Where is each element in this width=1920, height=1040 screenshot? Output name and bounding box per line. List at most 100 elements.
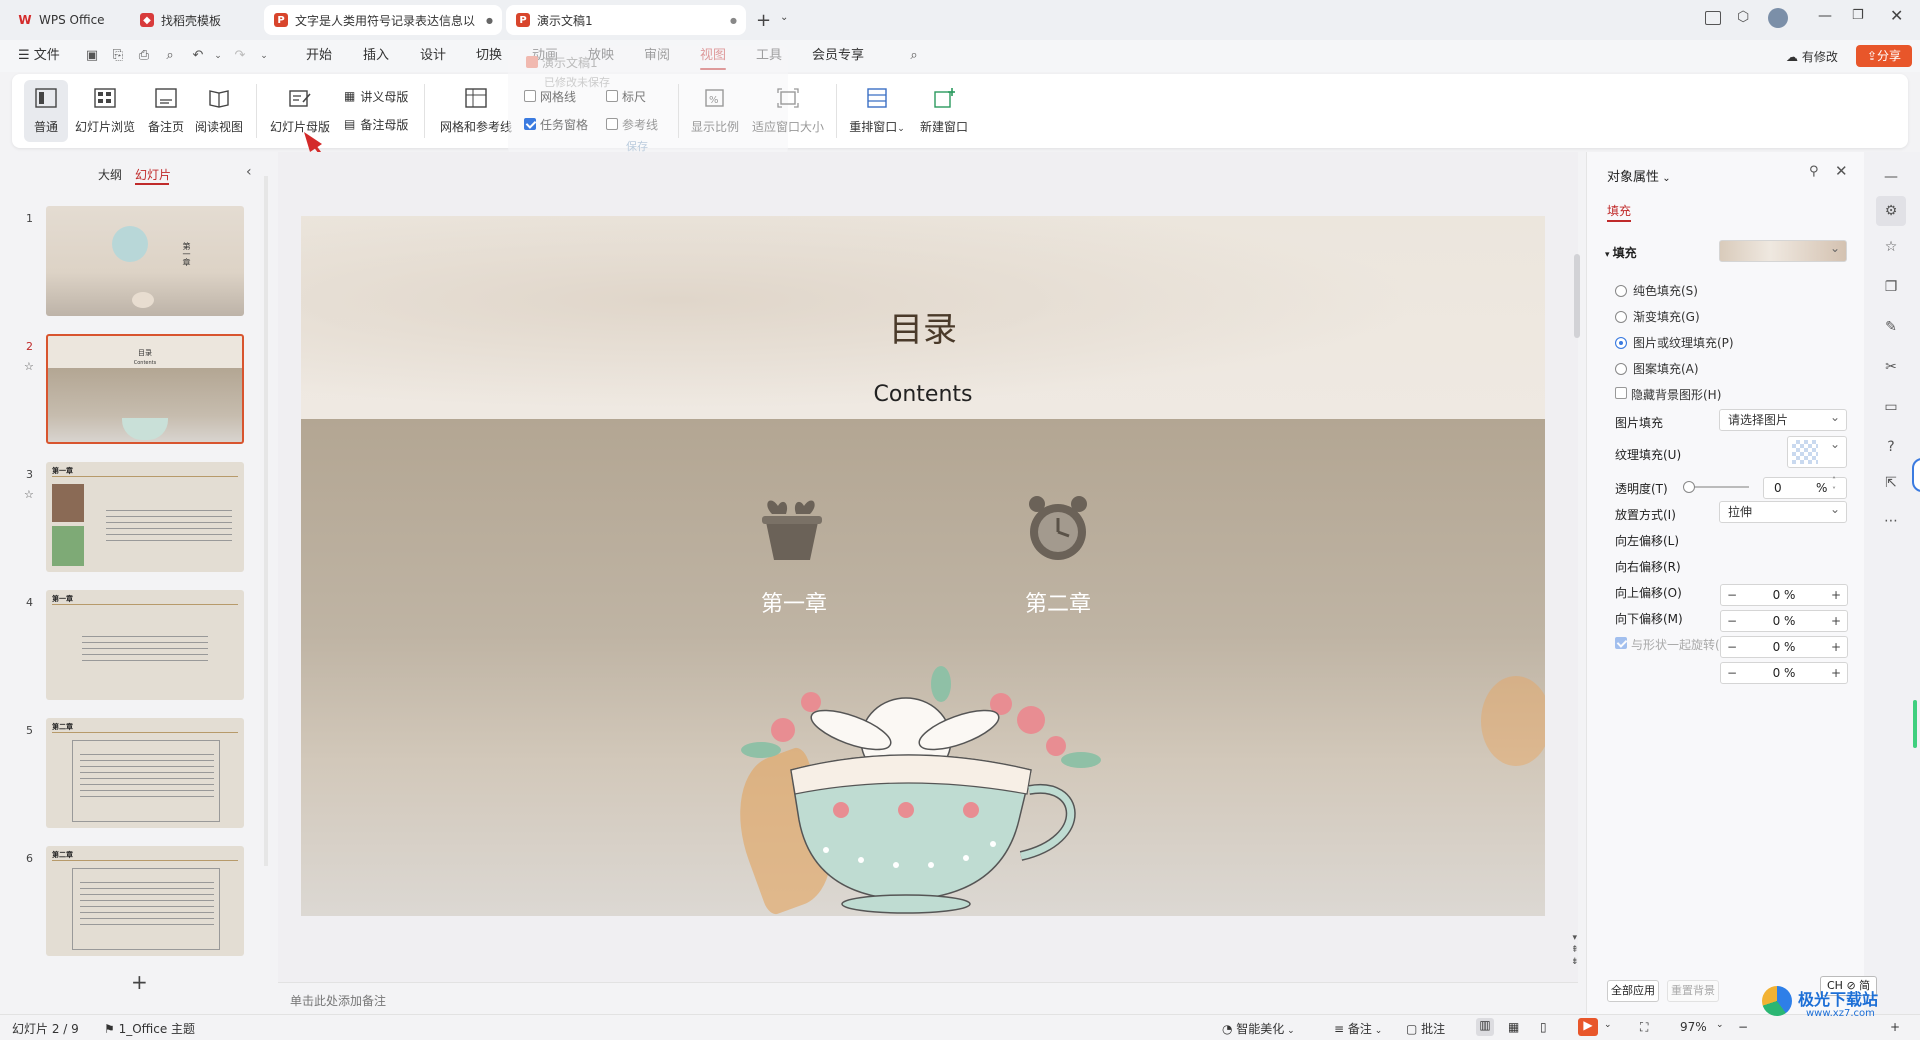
tools-icon[interactable]: ✂ bbox=[1880, 356, 1902, 378]
menu-design[interactable]: 设计 bbox=[420, 40, 446, 72]
image-edit-icon[interactable]: ✎ bbox=[1880, 316, 1902, 338]
comments-button[interactable]: ▢ 批注 bbox=[1406, 1020, 1445, 1037]
beautify-button[interactable]: ◔ 智能美化 ⌄ bbox=[1222, 1020, 1295, 1037]
slide-thumb-4[interactable]: 第一章 bbox=[46, 590, 244, 700]
tab-wps-office[interactable]: W WPS Office bbox=[8, 5, 124, 35]
panel-scrollbar[interactable] bbox=[264, 176, 268, 866]
star-icon[interactable]: ☆ bbox=[1880, 236, 1902, 258]
panel-title[interactable]: 对象属性 ⌄ bbox=[1607, 166, 1671, 185]
close-icon[interactable]: ✕ bbox=[1835, 162, 1848, 180]
print-preview-icon[interactable]: ⌕ bbox=[162, 48, 178, 64]
minimize-icon[interactable]: — bbox=[1818, 8, 1832, 24]
star-icon[interactable]: ☆ bbox=[24, 360, 34, 373]
tab-document-1[interactable]: P 文字是人类用符号记录表达信息以 ● bbox=[264, 5, 502, 35]
restore-icon[interactable]: ❐ bbox=[1852, 8, 1864, 23]
share-link-icon[interactable]: ⇱ bbox=[1880, 472, 1902, 494]
tab-fill[interactable]: 填充 bbox=[1607, 202, 1631, 219]
play-slideshow-icon[interactable]: ▶ bbox=[1578, 1018, 1598, 1036]
offset-top-stepper[interactable]: −0 % + bbox=[1720, 636, 1848, 658]
slide-sorter-button[interactable]: 幻灯片浏览 bbox=[74, 80, 136, 142]
minus-icon[interactable]: − bbox=[1721, 666, 1743, 680]
file-menu[interactable]: ☰ 文件 bbox=[18, 40, 60, 72]
book-icon[interactable]: ▭ bbox=[1880, 396, 1902, 418]
slide-thumb-2[interactable]: 目录 Contents bbox=[46, 334, 244, 444]
tab-outline[interactable]: 大纲 bbox=[98, 166, 122, 183]
offset-bottom-stepper[interactable]: −0 % + bbox=[1720, 662, 1848, 684]
minus-icon[interactable]: − bbox=[1721, 588, 1743, 602]
offset-left-value[interactable]: 0 % bbox=[1743, 588, 1825, 602]
redo-icon[interactable]: ↷ bbox=[232, 48, 248, 64]
chevron-down-icon[interactable]: ⌄ bbox=[1716, 1020, 1724, 1030]
chevron-down-icon[interactable]: ⌄ bbox=[1604, 1020, 1612, 1030]
minimize-panel-icon[interactable]: — bbox=[1880, 166, 1902, 188]
minus-icon[interactable]: − bbox=[1721, 614, 1743, 628]
fit-window-button[interactable]: 适应窗口大小 bbox=[750, 80, 826, 142]
export-icon[interactable]: ⎘ bbox=[110, 48, 126, 64]
rotate-with-shape-checkbox[interactable]: 与形状一起旋转(W) bbox=[1615, 636, 1736, 653]
offset-right-value[interactable]: 0 % bbox=[1743, 614, 1825, 628]
task-pane-checkbox[interactable]: 任务窗格 bbox=[524, 114, 588, 134]
menu-transition[interactable]: 切换 bbox=[476, 40, 502, 72]
grid-guides-button[interactable]: 网格和参考线 bbox=[436, 80, 516, 142]
new-tab-icon[interactable]: + bbox=[756, 10, 771, 31]
transparency-input[interactable]: 0 % ˄ ˅ bbox=[1763, 476, 1847, 499]
undo-icon[interactable]: ↶ bbox=[190, 48, 206, 64]
help-icon[interactable]: ? bbox=[1880, 436, 1902, 458]
chapter-2-label[interactable]: 第二章 bbox=[1003, 586, 1113, 618]
has-changes-button[interactable]: ☁ 有修改 bbox=[1786, 48, 1838, 65]
tab-slides[interactable]: 幻灯片 bbox=[135, 166, 171, 183]
zoom-button[interactable]: % 显示比例 bbox=[688, 80, 742, 142]
plus-icon[interactable]: + bbox=[1825, 666, 1847, 680]
plus-icon[interactable]: + bbox=[1825, 614, 1847, 628]
menu-member[interactable]: 会员专享 bbox=[812, 40, 864, 72]
share-button[interactable]: ⇪分享 bbox=[1856, 45, 1912, 67]
editor-scrollbar[interactable] bbox=[1574, 254, 1580, 338]
scroll-indicator[interactable] bbox=[1913, 700, 1917, 748]
minus-icon[interactable]: − bbox=[1721, 640, 1743, 654]
offset-left-stepper[interactable]: −0 % + bbox=[1720, 584, 1848, 606]
slide-thumb-1[interactable]: 第一章 bbox=[46, 206, 244, 316]
current-slide[interactable]: 目录 Contents 第一章 第二章 bbox=[301, 216, 1545, 916]
save-icon[interactable]: ▣ bbox=[84, 48, 100, 64]
spin-arrows-icon[interactable]: ˄ ˅ bbox=[1832, 476, 1836, 496]
normal-view-button[interactable]: 普通 bbox=[24, 80, 68, 142]
copy-icon[interactable]: ❐ bbox=[1880, 276, 1902, 298]
offset-bottom-value[interactable]: 0 % bbox=[1743, 666, 1825, 680]
ruler-checkbox[interactable]: 标尺 bbox=[606, 86, 646, 106]
sorter-view-status-icon[interactable]: ▦ bbox=[1508, 1020, 1519, 1034]
pattern-fill-option[interactable]: 图案填充(A) bbox=[1615, 360, 1699, 377]
gridlines-checkbox[interactable]: 网格线 bbox=[524, 86, 576, 106]
notes-button[interactable]: ≡ 备注 ⌄ bbox=[1334, 1020, 1382, 1037]
menu-insert[interactable]: 插入 bbox=[363, 40, 389, 72]
slider-handle[interactable] bbox=[1683, 481, 1695, 493]
plus-icon[interactable]: + bbox=[1825, 640, 1847, 654]
notes-pane[interactable]: 单击此处添加备注 bbox=[278, 982, 1578, 1014]
normal-view-status-icon[interactable]: ▥ bbox=[1476, 1018, 1494, 1036]
apply-all-button[interactable]: 全部应用 bbox=[1607, 980, 1659, 1002]
close-dot-icon[interactable]: ● bbox=[730, 16, 737, 25]
collapse-panel-icon[interactable]: ‹ bbox=[246, 164, 252, 180]
zoom-level[interactable]: 97% bbox=[1680, 1020, 1707, 1034]
plus-icon[interactable]: + bbox=[1825, 588, 1847, 602]
placement-dropdown[interactable]: 拉伸 bbox=[1719, 499, 1847, 523]
scroll-nav-icons[interactable]: ▾ ⇞ ⇟ bbox=[1571, 932, 1579, 968]
solid-fill-option[interactable]: 纯色填充(S) bbox=[1615, 282, 1698, 299]
chevron-down-icon[interactable]: ⌄ bbox=[780, 12, 788, 23]
fill-section-header[interactable]: ▾ 填充 bbox=[1605, 244, 1637, 261]
properties-icon[interactable]: ⚙ bbox=[1876, 196, 1906, 226]
menu-start[interactable]: 开始 bbox=[306, 40, 332, 72]
chevron-down-icon[interactable]: ⌄ bbox=[210, 48, 226, 64]
zoom-out-icon[interactable]: − bbox=[1738, 1020, 1748, 1034]
add-slide-icon[interactable]: + bbox=[131, 970, 148, 994]
fill-preview-dropdown[interactable] bbox=[1719, 238, 1847, 262]
picture-fill-dropdown[interactable]: 请选择图片 bbox=[1719, 407, 1847, 431]
floating-assistant-icon[interactable] bbox=[1912, 458, 1920, 492]
cube-icon[interactable]: ⬡ bbox=[1737, 9, 1749, 25]
notes-page-button[interactable]: 备注页 bbox=[146, 80, 186, 142]
slide-title[interactable]: 目录 bbox=[301, 302, 1545, 351]
handout-master-button[interactable]: ▦ 讲义母版 bbox=[344, 86, 408, 106]
search-icon[interactable]: ⌕ bbox=[906, 48, 922, 64]
chevron-down-icon[interactable]: ⌄ bbox=[256, 48, 272, 64]
tab-docer[interactable]: ◆ 找稻壳模板 bbox=[130, 5, 260, 35]
theme-indicator[interactable]: ⚑ 1_Office 主题 bbox=[104, 1020, 195, 1037]
